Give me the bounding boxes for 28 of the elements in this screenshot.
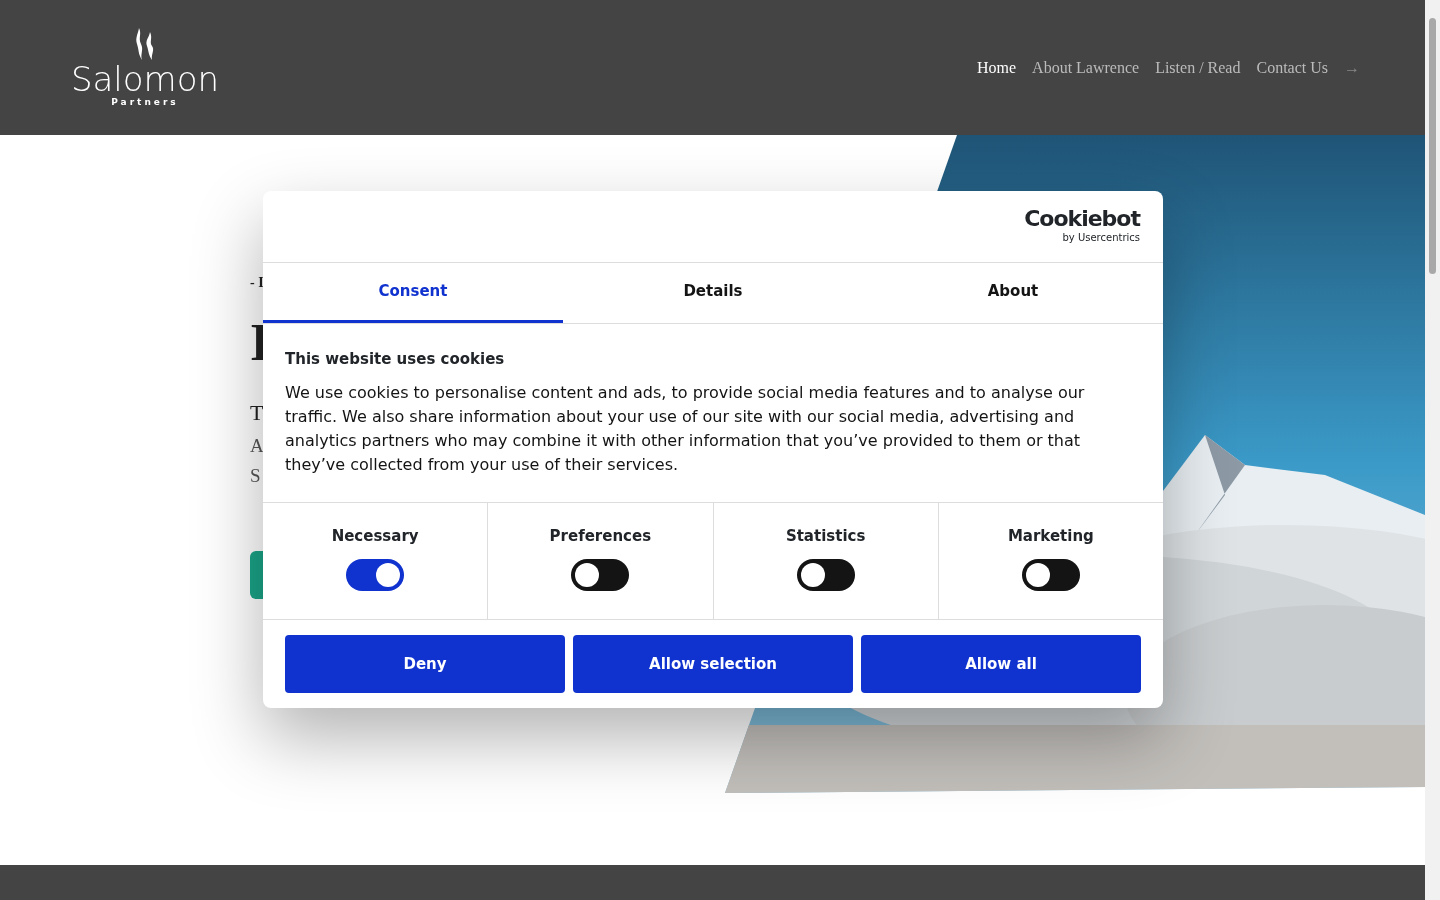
logo-tagline: Partners xyxy=(111,95,179,109)
dialog-tab[interactable]: About xyxy=(863,262,1163,323)
nav-link[interactable]: Contact Us xyxy=(1256,55,1328,80)
consent-button[interactable]: Deny xyxy=(285,635,565,693)
category-label: Preferences xyxy=(548,525,653,547)
dialog-heading: This website uses cookies xyxy=(285,349,506,370)
cookie-description: We use cookies to personalise content and ads, to provide social media features and to analyse our traffic. We also share information about your use of our site with our social media, advertising and analytics partners who may combine it with other information that you’ve provided to them or that they’ve collected from your use of their services. xyxy=(285,381,1086,476)
nav-link[interactable]: About Lawrence xyxy=(1032,55,1140,80)
toggle-switch[interactable] xyxy=(796,559,855,591)
toggle-switch[interactable] xyxy=(1021,559,1080,591)
nav-link[interactable]: Home xyxy=(976,55,1017,80)
nav-link[interactable]: Listen / Read xyxy=(1155,55,1241,80)
consent-button[interactable]: Allow all xyxy=(861,635,1141,693)
consent-button[interactable]: Allow selection xyxy=(573,635,853,693)
hero-text: S xyxy=(250,465,262,489)
toggle-switch[interactable] xyxy=(571,559,630,591)
category-label: Statistics xyxy=(784,525,867,547)
logo-wordmark[interactable]: Salomon xyxy=(70,61,220,96)
dialog-tab[interactable]: Details xyxy=(563,262,863,323)
category-label: Necessary xyxy=(330,525,420,547)
category-label: Marketing xyxy=(1006,525,1095,547)
toggle-switch[interactable] xyxy=(346,559,405,591)
hero-subtitle: T xyxy=(250,400,265,427)
hero-eyebrow: - I xyxy=(250,275,265,292)
dialog-tab[interactable]: Consent xyxy=(263,262,563,323)
hero-text: A xyxy=(250,434,265,458)
cookiebot-logo: Cookiebot by Usercentrics xyxy=(1024,207,1140,245)
scrollbar[interactable] xyxy=(1425,0,1440,900)
